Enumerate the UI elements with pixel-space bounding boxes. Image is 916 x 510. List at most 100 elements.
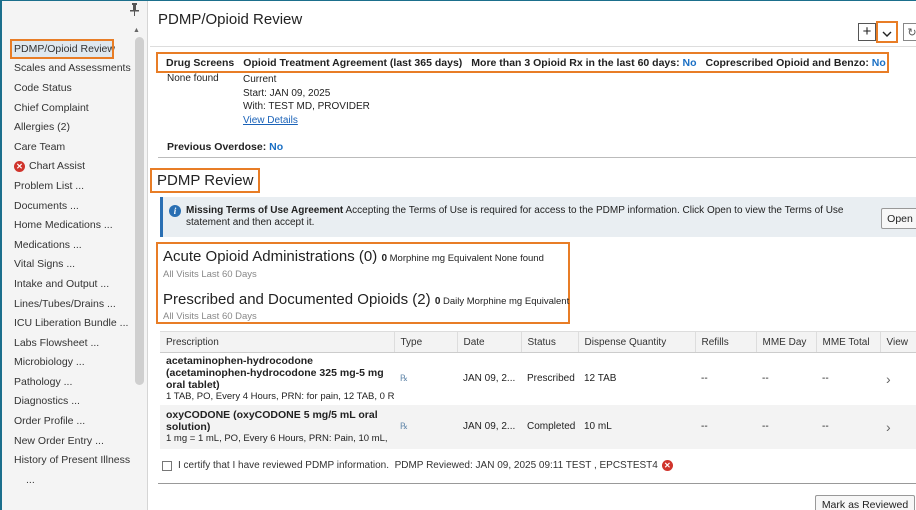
view-details-link[interactable]: View Details [243,114,370,128]
sidebar-item-diagnostics[interactable]: Diagnostics ... [2,392,134,412]
sidebar-item-problem-list[interactable]: Problem List ... [2,176,134,196]
column-header-date[interactable]: Date [457,331,522,353]
sidebar-item-documents[interactable]: Documents ... [2,196,134,216]
sidebar-item-lines-tubes-drains[interactable]: Lines/Tubes/Drains ... [2,294,134,314]
sidebar-item-home-medications[interactable]: Home Medications ... [2,215,134,235]
open-button[interactable]: Open [881,208,916,229]
sidebar-item-scales-and-assessments[interactable]: Scales and Assessments [2,59,134,79]
refills-cell: -- [695,352,756,405]
pdmp-review-title: PDMP Review [150,168,261,193]
agreement-with: With: TEST MD, PROVIDER [243,101,370,112]
mme-total-cell: -- [816,404,880,449]
divider [150,46,916,47]
sidebar-item-medications[interactable]: Medications ... [2,235,134,255]
sidebar-item-icu-liberation-bundle[interactable]: ICU Liberation Bundle ... [2,313,134,333]
acute-opioid-subtitle: All Visits Last 60 Days [163,269,257,280]
dispense-cell: 12 TAB [578,352,695,405]
acute-opioid-heading: Acute Opioid Administrations (0) 0 Morph… [163,248,544,265]
screening-summary-bar: Drug Screens Opioid Treatment Agreement … [156,52,889,73]
sidebar-item-label: Problem List ... [14,179,85,192]
alert-x-icon: ✕ [14,160,25,172]
sidebar-item-label: Vital Signs ... [14,258,76,271]
sidebar-item-intake-and-output[interactable]: Intake and Output ... [2,274,134,294]
sidebar-item-code-status[interactable]: Code Status [2,78,134,98]
sidebar-item-label: Diagnostics ... [14,395,80,408]
add-button[interactable]: + [858,23,876,41]
view-cell[interactable]: › [880,404,916,449]
terms-of-use-banner: i Missing Terms of Use Agreement Accepti… [160,197,916,237]
mark-as-reviewed-button[interactable]: Mark as Reviewed [815,495,915,510]
table-row[interactable]: oxyCODONE (oxyCODONE 5 mg/5 mL oral solu… [160,404,916,449]
column-header-mme-total[interactable]: MME Total [816,331,881,353]
column-header-dispense-quantity[interactable]: Dispense Quantity [578,331,696,353]
divider [158,157,916,158]
agreement-status: Current [243,74,277,85]
sidebar-item-label: Labs Flowsheet ... [14,336,100,349]
sidebar-item-new-order-entry[interactable]: New Order Entry ... [2,431,134,451]
sidebar-item-label: Medications ... [14,238,82,251]
sidebar-item-label: Code Status [14,81,72,94]
certify-checkbox[interactable] [162,460,172,471]
remove-review-icon[interactable]: ✕ [661,460,673,471]
prescription-table: Prescription Type Date Status Dispense Q… [160,331,916,449]
sidebar-item-label: Pathology ... [14,375,73,388]
pdmp-reviewed-text: PDMP Reviewed: JAN 09, 2025 09:11 TEST ,… [394,460,658,471]
sidebar-item-label: Intake and Output ... [14,277,110,290]
scroll-up-icon[interactable]: ▲ [133,27,140,34]
opioid-summary: Acute Opioid Administrations (0) 0 Morph… [156,242,570,324]
prescription-cell: oxyCODONE (oxyCODONE 5 mg/5 mL oral solu… [160,404,394,449]
chevron-right-icon[interactable]: › [886,371,891,387]
drug-screen-result: None found [167,73,219,84]
column-header-refills[interactable]: Refills [695,331,757,353]
table-row[interactable]: acetaminophen-hydrocodone (acetaminophen… [160,352,916,405]
certify-label[interactable]: I certify that I have reviewed PDMP info… [178,460,389,471]
coprescribed-value: No [871,56,886,69]
sidebar-item-history-of-present-illness[interactable]: History of Present Illness [2,450,134,470]
prescribed-mme-value: 0 [434,296,441,307]
column-header-type[interactable]: Type [394,331,458,353]
sidebar-item-label: PDMP/Opioid Review [14,42,115,55]
previous-overdose-value: No [269,141,284,153]
sidebar-item-chart-assist[interactable]: ✕ Chart Assist [2,157,134,177]
sidebar-item-labs-flowsheet[interactable]: Labs Flowsheet ... [2,333,134,353]
column-header-view[interactable]: View [880,331,916,353]
sidebar-item-order-profile[interactable]: Order Profile ... [2,411,134,431]
column-header-mme-day[interactable]: MME Day [756,331,817,353]
sidebar-item-vital-signs[interactable]: Vital Signs ... [2,255,134,275]
sidebar-item-label: History of Present Illness [14,454,131,467]
sidebar-item-more[interactable]: ... [2,470,134,490]
chevron-right-icon[interactable]: › [886,419,891,435]
coprescribed-label: Coprescribed Opioid and Benzo: [705,56,869,69]
sidebar-item-pathology[interactable]: Pathology ... [2,372,134,392]
sidebar-item-label: Chief Complaint [14,101,89,114]
page-title: PDMP/Opioid Review [158,11,303,28]
prescribed-opioid-heading: Prescribed and Documented Opioids (2) 0 … [163,291,569,308]
view-cell[interactable]: › [880,352,916,405]
sidebar-item-allergies[interactable]: Allergies (2) [2,117,134,137]
column-header-prescription[interactable]: Prescription [160,331,395,353]
sidebar-item-label: Microbiology ... [14,356,85,369]
agreement-label: Opioid Treatment Agreement (last 365 day… [243,56,463,69]
dropdown-button[interactable] [876,21,898,43]
prescription-icon: ℞ [400,373,409,384]
prescription-name: oxyCODONE (oxyCODONE 5 mg/5 mL oral solu… [166,408,378,433]
previous-overdose-label: Previous Overdose: [167,141,267,153]
agreement-start: Start: JAN 09, 2025 [243,87,331,99]
previous-overdose: Previous Overdose: No [167,141,283,153]
sidebar-item-chief-complaint[interactable]: Chief Complaint [2,98,134,118]
status-cell: Completed [521,404,578,449]
dispense-cell: 10 mL [578,404,695,449]
sidebar-item-care-team[interactable]: Care Team [2,137,134,157]
prescription-icon: ℞ [400,421,409,431]
prescription-cell: acetaminophen-hydrocodone (acetaminophen… [160,352,394,405]
status-cell: Prescribed [521,352,578,405]
pin-icon[interactable] [130,3,139,19]
sidebar-item-microbiology[interactable]: Microbiology ... [2,353,134,373]
sidebar-item-pdmp-opioid-review[interactable]: PDMP/Opioid Review [10,39,115,59]
acute-opioid-title: Acute Opioid Administrations (0) [163,248,378,265]
prescribed-mme-unit: Daily Morphine mg Equivalent [443,296,570,307]
column-header-status[interactable]: Status [521,331,579,353]
sidebar-scrollbar[interactable] [135,37,144,385]
more-than-3-value: No [682,56,697,69]
refresh-button[interactable]: ↻ [903,23,916,41]
